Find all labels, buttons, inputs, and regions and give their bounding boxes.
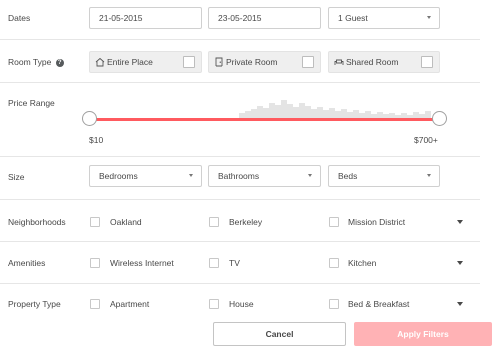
amenity-checkbox-tv[interactable]: [209, 258, 219, 268]
amenity-checkbox-wireless-internet[interactable]: [90, 258, 100, 268]
neighborhoods-expand-icon[interactable]: [457, 220, 463, 224]
property-checkbox-apartment[interactable]: [90, 299, 100, 309]
neighborhood-label: Oakland: [110, 217, 142, 227]
room-type-label: Room Type ?: [8, 57, 64, 67]
chevron-down-icon: [308, 174, 312, 177]
chevron-down-icon: [427, 174, 431, 177]
chevron-down-icon: [189, 174, 193, 177]
neighborhoods-label: Neighborhoods: [8, 217, 66, 227]
property-type-option-label: House: [229, 299, 254, 309]
size-label: Size: [8, 172, 25, 182]
room-option-label: Private Room: [226, 57, 278, 67]
property-checkbox-house[interactable]: [209, 299, 219, 309]
price-range-label: Price Range: [8, 98, 55, 108]
amenities-label: Amenities: [8, 258, 46, 268]
room-type-label-text: Room Type: [8, 57, 52, 67]
divider: [0, 82, 480, 83]
divider: [0, 156, 480, 157]
door-icon: [215, 57, 223, 67]
divider: [0, 39, 480, 40]
price-histogram: [239, 100, 431, 119]
divider: [0, 283, 480, 284]
beds-value: Beds: [338, 171, 358, 181]
room-option-private-room[interactable]: Private Room: [208, 51, 321, 73]
room-option-checkbox[interactable]: [183, 56, 195, 68]
room-option-label: Entire Place: [107, 57, 153, 67]
price-max-handle[interactable]: [432, 111, 447, 126]
chevron-down-icon: [427, 16, 431, 19]
amenity-checkbox-kitchen[interactable]: [329, 258, 339, 268]
divider: [0, 199, 480, 200]
property-type-option-label: Bed & Breakfast: [348, 299, 410, 309]
bathrooms-select[interactable]: Bathrooms: [208, 165, 321, 187]
room-option-label: Shared Room: [346, 57, 399, 67]
property-type-label: Property Type: [8, 299, 61, 309]
neighborhood-checkbox-berkeley[interactable]: [209, 217, 219, 227]
bedrooms-select[interactable]: Bedrooms: [89, 165, 202, 187]
price-min-handle[interactable]: [82, 111, 97, 126]
checkout-date-input[interactable]: 23-05-2015: [208, 7, 321, 29]
checkin-date-input[interactable]: 21-05-2015: [89, 7, 202, 29]
neighborhood-checkbox-oakland[interactable]: [90, 217, 100, 227]
room-option-shared-room[interactable]: Shared Room: [328, 51, 440, 73]
dates-label: Dates: [8, 13, 31, 23]
amenity-label: Kitchen: [348, 258, 377, 268]
neighborhood-label: Mission District: [348, 217, 406, 227]
room-option-entire-place[interactable]: Entire Place: [89, 51, 202, 73]
price-range-track[interactable]: [89, 118, 440, 121]
price-max-label: $700+: [414, 135, 438, 145]
property-type-expand-icon[interactable]: [457, 302, 463, 306]
property-checkbox-bed-and-breakfast[interactable]: [329, 299, 339, 309]
help-icon[interactable]: ?: [55, 59, 64, 67]
neighborhood-label: Berkeley: [229, 217, 263, 227]
couch-icon: [334, 59, 344, 65]
room-option-checkbox[interactable]: [421, 56, 433, 68]
amenities-expand-icon[interactable]: [457, 261, 463, 265]
bedrooms-value: Bedrooms: [99, 171, 138, 181]
apply-filters-button[interactable]: Apply Filters: [354, 322, 492, 346]
beds-select[interactable]: Beds: [328, 165, 440, 187]
cancel-button[interactable]: Cancel: [213, 322, 346, 346]
neighborhood-checkbox-mission-district[interactable]: [329, 217, 339, 227]
amenity-label: Wireless Internet: [110, 258, 174, 268]
bathrooms-value: Bathrooms: [218, 171, 260, 181]
price-min-label: $10: [89, 135, 104, 145]
house-icon: [95, 57, 105, 67]
guests-select[interactable]: 1 Guest: [328, 7, 440, 29]
property-type-option-label: Apartment: [110, 299, 150, 309]
divider: [0, 241, 480, 242]
room-option-checkbox[interactable]: [302, 56, 314, 68]
guests-value: 1 Guest: [338, 13, 368, 23]
amenity-label: TV: [229, 258, 240, 268]
